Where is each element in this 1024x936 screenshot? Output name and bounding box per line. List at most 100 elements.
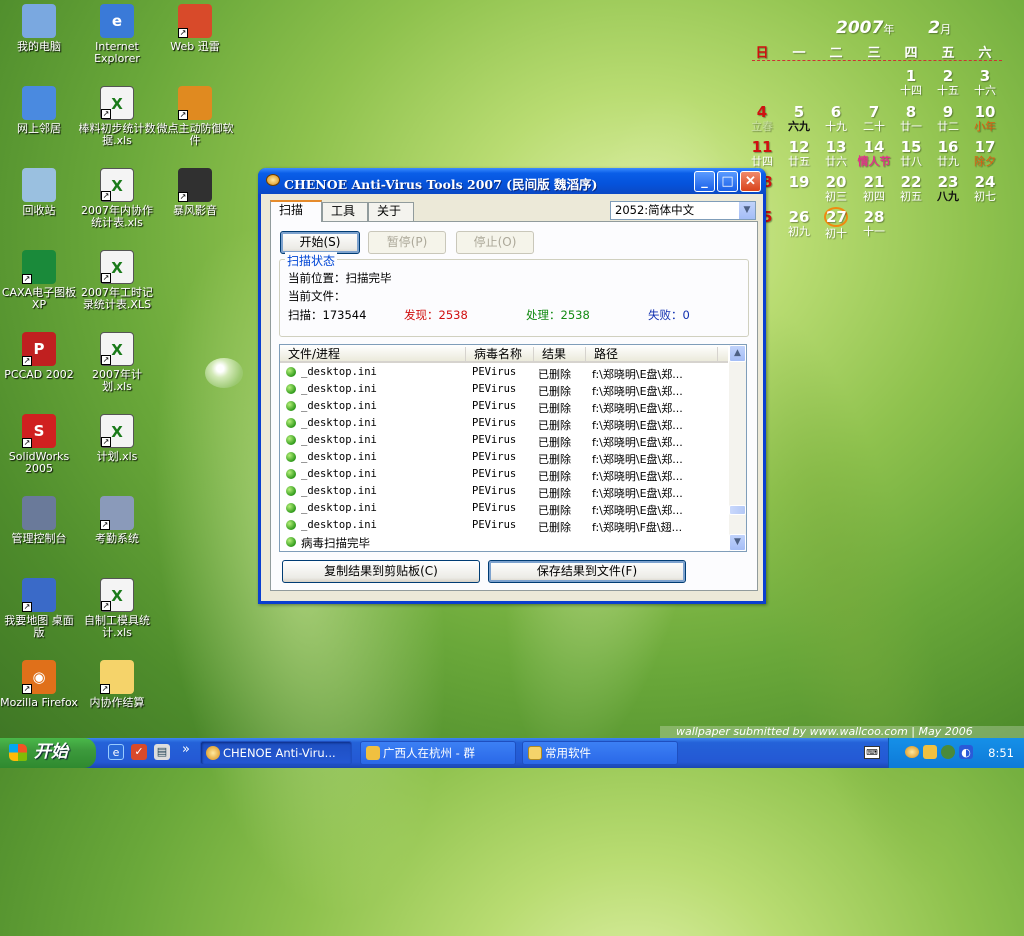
- desktop-icon[interactable]: e Internet Explorer: [78, 2, 156, 65]
- calendar-day[interactable]: 9 廿二: [930, 104, 966, 133]
- tray-shield-icon[interactable]: [941, 745, 955, 759]
- task-antivirus[interactable]: CHENOE Anti-Viru...: [200, 741, 352, 765]
- calendar-day[interactable]: 26 初九: [781, 209, 817, 238]
- language-select[interactable]: 2052:简体中文 ▼: [610, 201, 756, 220]
- calendar-day[interactable]: 17 除夕: [967, 139, 1003, 168]
- calendar-day[interactable]: 4 立春: [744, 104, 780, 133]
- task-folder[interactable]: 常用软件: [522, 741, 678, 765]
- list-item[interactable]: _desktop.ini PEVirus 已删除 f:\郑晓明\E盘\郑...: [280, 398, 728, 415]
- column-virus[interactable]: 病毒名称: [466, 347, 534, 361]
- desktop-icon[interactable]: ↗ CAXA电子图板XP: [0, 248, 78, 311]
- tray-network-icon[interactable]: ◐: [959, 745, 973, 759]
- desktop-icon[interactable]: X ↗ 自制工模具统计.xls: [78, 576, 156, 639]
- desktop-icon-label: 我要地图 桌面版: [4, 614, 74, 639]
- desktop-icon[interactable]: ↗ 暴风影音: [156, 166, 234, 217]
- calendar-day[interactable]: 28 十一: [856, 209, 892, 238]
- desktop-icon[interactable]: 网上邻居: [0, 84, 78, 135]
- desktop-icon[interactable]: S ↗ SolidWorks 2005: [0, 412, 78, 475]
- list-item[interactable]: _desktop.ini PEVirus 已删除 f:\郑晓明\E盘\郑...: [280, 381, 728, 398]
- desktop-icon[interactable]: X ↗ 计划.xls: [78, 412, 156, 463]
- calendar-day[interactable]: 3 十六: [967, 68, 1003, 97]
- window-titlebar[interactable]: CHENOE Anti-Virus Tools 2007 (民间版 魏滔序) _…: [258, 168, 766, 194]
- close-button[interactable]: ✕: [740, 171, 761, 192]
- calendar-day[interactable]: 7 二十: [856, 104, 892, 133]
- calendar-day[interactable]: 20 初三: [818, 174, 854, 203]
- maximize-button[interactable]: □: [717, 171, 738, 192]
- quicklaunch-desktop-icon[interactable]: ▤: [154, 744, 170, 760]
- calendar-day-lunar: 初四: [863, 190, 885, 203]
- list-item[interactable]: _desktop.ini PEVirus 已删除 f:\郑晓明\E盘\郑...: [280, 364, 728, 381]
- task-qq-group[interactable]: 广西人在杭州 - 群: [360, 741, 516, 765]
- desktop-icon[interactable]: 回收站: [0, 166, 78, 217]
- calendar-day[interactable]: 10 小年: [967, 104, 1003, 133]
- list-item[interactable]: _desktop.ini PEVirus 已删除 f:\郑晓明\E盘\郑...: [280, 432, 728, 449]
- desktop-icon-label: Mozilla Firefox: [0, 696, 78, 709]
- tray-antivirus-icon[interactable]: [905, 746, 919, 758]
- list-item-final[interactable]: 病毒扫描完毕: [280, 534, 728, 551]
- save-results-button[interactable]: 保存结果到文件(F): [488, 560, 686, 583]
- calendar-weekday: 三: [867, 46, 881, 61]
- calendar-day[interactable]: 14 情人节: [856, 139, 892, 168]
- calendar-day[interactable]: 13 廿六: [818, 139, 854, 168]
- desktop-icon[interactable]: ↗ 我要地图 桌面版: [0, 576, 78, 639]
- keyboard-layout-icon[interactable]: ⌨: [864, 746, 880, 759]
- desktop-icon[interactable]: 管理控制台: [0, 494, 78, 545]
- list-item[interactable]: _desktop.ini PEVirus 已删除 f:\郑晓明\E盘\郑...: [280, 466, 728, 483]
- calendar-day[interactable]: 6 十九: [818, 104, 854, 133]
- desktop-icon[interactable]: P ↗ PCCAD 2002: [0, 330, 78, 381]
- column-file[interactable]: 文件/进程: [280, 347, 466, 361]
- calendar-day[interactable]: 19: [781, 174, 817, 190]
- list-item[interactable]: _desktop.ini PEVirus 已删除 f:\郑晓明\E盘\郑...: [280, 415, 728, 432]
- quicklaunch-xunlei-icon[interactable]: ✓: [131, 744, 147, 760]
- desktop-icon[interactable]: ◉ ↗ Mozilla Firefox: [0, 658, 78, 709]
- minimize-button[interactable]: _: [694, 171, 715, 192]
- calendar-day[interactable]: 21 初四: [856, 174, 892, 203]
- desktop-icon[interactable]: ↗ 内协作结算: [78, 658, 156, 709]
- chevron-down-icon[interactable]: ▼: [738, 202, 755, 219]
- column-path[interactable]: 路径: [586, 347, 718, 361]
- calendar-day[interactable]: 2 十五: [930, 68, 966, 97]
- scrollbar-thumb[interactable]: [729, 505, 746, 515]
- tab-about[interactable]: 关于: [368, 202, 414, 221]
- results-list[interactable]: 文件/进程 病毒名称 结果 路径 _desktop.ini PEVirus 已删除 f…: [279, 344, 747, 552]
- list-item[interactable]: _desktop.ini PEVirus 已删除 f:\郑晓明\E盘\郑...: [280, 500, 728, 517]
- start-button[interactable]: 开始: [0, 738, 96, 768]
- desktop-icon[interactable]: 我的电脑: [0, 2, 78, 53]
- list-item[interactable]: _desktop.ini PEVirus 已删除 f:\郑晓明\E盘\郑...: [280, 483, 728, 500]
- cell-file: _desktop.ini: [301, 468, 377, 480]
- list-item[interactable]: _desktop.ini PEVirus 已删除 f:\郑晓明\E盘\郑...: [280, 449, 728, 466]
- scroll-up-icon[interactable]: ▲: [729, 345, 746, 362]
- calendar-day[interactable]: 5 六九: [781, 104, 817, 133]
- calendar-day[interactable]: 16 廿九: [930, 139, 966, 168]
- calendar-day[interactable]: 12 廿五: [781, 139, 817, 168]
- stop-button[interactable]: 停止(O): [456, 231, 534, 254]
- desktop-icon[interactable]: X ↗ 棒料初步统计数据.xls: [78, 84, 156, 147]
- tab-tools[interactable]: 工具: [322, 202, 368, 221]
- calendar-day[interactable]: 1 十四: [893, 68, 929, 97]
- list-item[interactable]: _desktop.ini PEVirus 已删除 f:\郑晓明\F盘\翅...: [280, 517, 728, 534]
- pause-button[interactable]: 暂停(P): [368, 231, 446, 254]
- scroll-down-icon[interactable]: ▼: [729, 534, 746, 551]
- calendar-day[interactable]: 15 廿八: [893, 139, 929, 168]
- desktop-icon[interactable]: ↗ Web 迅雷: [156, 2, 234, 53]
- calendar-day[interactable]: 11 廿四: [744, 139, 780, 168]
- tray-qq-icon[interactable]: [923, 745, 937, 759]
- results-scrollbar[interactable]: ▲ ▼: [729, 345, 746, 551]
- tab-scan[interactable]: 扫描: [270, 200, 322, 222]
- desktop-icon[interactable]: ↗ 考勤系统: [78, 494, 156, 545]
- column-result[interactable]: 结果: [534, 347, 586, 361]
- desktop-icon[interactable]: X ↗ 2007年工时记录统计表.XLS: [78, 248, 156, 311]
- quicklaunch-ie-icon[interactable]: e: [108, 744, 124, 760]
- calendar-day[interactable]: 22 初五: [893, 174, 929, 203]
- desktop-icon[interactable]: X ↗ 2007年计划.xls: [78, 330, 156, 393]
- desktop-icon-label: 2007年内协作统计表.xls: [81, 204, 153, 229]
- calendar-day[interactable]: 8 廿一: [893, 104, 929, 133]
- calendar-day[interactable]: 27 初十: [818, 207, 854, 240]
- quicklaunch-more-icon[interactable]: »: [178, 742, 194, 758]
- calendar-day[interactable]: 24 初七: [967, 174, 1003, 203]
- desktop-icon[interactable]: X ↗ 2007年内协作统计表.xls: [78, 166, 156, 229]
- start-scan-button[interactable]: 开始(S): [280, 231, 360, 254]
- calendar-day[interactable]: 23 八九: [930, 174, 966, 203]
- desktop-icon[interactable]: ↗ 微点主动防御软件: [156, 84, 234, 147]
- copy-results-button[interactable]: 复制结果到剪贴板(C): [282, 560, 480, 583]
